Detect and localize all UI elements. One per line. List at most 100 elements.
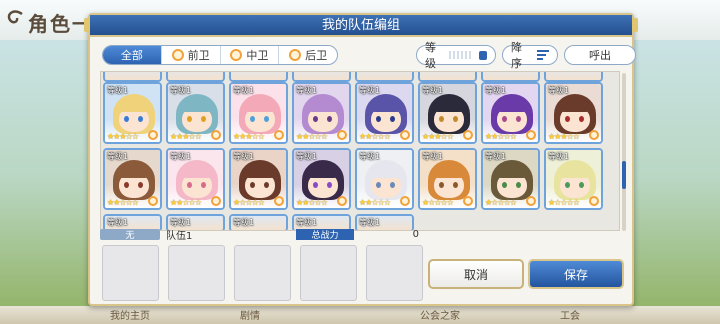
- call-out-button[interactable]: 呼出: [564, 45, 636, 65]
- character-card[interactable]: 等级1 ★☆☆☆☆: [481, 148, 540, 210]
- character-card[interactable]: [292, 72, 351, 82]
- character-card[interactable]: [103, 72, 162, 82]
- team-slot-3[interactable]: [234, 245, 291, 301]
- character-card[interactable]: 等级1 ★☆☆☆☆: [418, 148, 477, 210]
- position-role-icon: [526, 196, 536, 206]
- team-slot-5[interactable]: [366, 245, 423, 301]
- footer-item-story[interactable]: 剧情: [240, 307, 260, 322]
- character-eye: [187, 116, 192, 122]
- star-rating-icon: ★★★☆☆: [170, 132, 202, 141]
- team-slot-2[interactable]: [168, 245, 225, 301]
- character-bangs: [180, 102, 214, 112]
- midguard-icon: [230, 49, 243, 61]
- character-card[interactable]: [418, 72, 477, 82]
- character-card[interactable]: [355, 72, 414, 82]
- character-portrait: [357, 72, 412, 80]
- character-card[interactable]: 等级1 ★☆☆☆☆: [544, 148, 603, 210]
- card-level-label: 等级1: [422, 86, 444, 95]
- character-eye: [138, 116, 143, 122]
- level-sort-label: 等级: [425, 41, 436, 70]
- character-card[interactable]: 等级1 ★★☆☆☆: [292, 82, 351, 144]
- card-level-label: 等级1: [170, 152, 192, 161]
- sort-lines-icon: [537, 50, 549, 60]
- character-bangs: [495, 168, 529, 178]
- tab-rearguard[interactable]: 后卫: [279, 46, 337, 64]
- character-eye: [390, 116, 395, 122]
- character-eye: [201, 116, 206, 122]
- character-eye: [579, 182, 584, 188]
- character-card[interactable]: [481, 72, 540, 82]
- character-eye: [264, 182, 269, 188]
- back-curl-icon[interactable]: [4, 8, 26, 30]
- character-card[interactable]: 等级1 ★★☆☆☆: [166, 148, 225, 210]
- character-eye: [453, 116, 458, 122]
- character-bangs: [369, 168, 403, 178]
- card-level-label: 等级1: [296, 218, 318, 227]
- character-card[interactable]: [166, 72, 225, 82]
- star-rating-icon: ★★★☆☆: [422, 132, 454, 141]
- character-eye: [390, 182, 395, 188]
- character-eye: [502, 116, 507, 122]
- level-dots-icon: [448, 51, 473, 59]
- card-level-label: 等级1: [359, 218, 381, 227]
- roster-scroll-thumb[interactable]: [622, 161, 626, 189]
- character-bangs: [432, 168, 466, 178]
- footer-item-home[interactable]: 我的主页: [110, 307, 150, 322]
- team-edit-dialog: 我的队伍编组 全部 前卫 中卫 后卫 等级 降序 呼出 等级1 等级1 等级1 …: [84, 13, 638, 306]
- character-eye: [124, 182, 129, 188]
- dialog-title: 我的队伍编组: [84, 15, 638, 37]
- position-role-icon: [400, 196, 410, 206]
- character-card[interactable]: [544, 72, 603, 82]
- card-level-label: 等级1: [548, 86, 570, 95]
- character-eye: [187, 182, 192, 188]
- card-level-label: 等级1: [107, 218, 129, 227]
- cancel-button[interactable]: 取消: [428, 259, 524, 289]
- position-role-icon: [211, 130, 221, 140]
- character-card[interactable]: [229, 72, 288, 82]
- character-portrait: [231, 72, 286, 80]
- footer-item-guild-house[interactable]: 公会之家: [420, 307, 460, 322]
- character-card[interactable]: 等级1 ★★☆☆☆: [103, 148, 162, 210]
- card-level-label: 等级1: [359, 86, 381, 95]
- save-button[interactable]: 保存: [528, 259, 624, 289]
- team-slot-4[interactable]: [300, 245, 357, 301]
- sort-order-button[interactable]: 降序: [502, 41, 558, 70]
- star-rating-icon: ★☆☆☆☆: [422, 198, 454, 207]
- character-bangs: [432, 102, 466, 112]
- star-rating-icon: ★★☆☆☆: [485, 132, 517, 141]
- team-slot-1[interactable]: [102, 245, 159, 301]
- card-level-label: 等级1: [233, 86, 255, 95]
- character-card[interactable]: 等级1 ★★☆☆☆: [481, 82, 540, 144]
- character-eye: [138, 182, 143, 188]
- character-card[interactable]: 等级1 ★★☆☆☆: [355, 148, 414, 210]
- call-out-label: 呼出: [589, 49, 611, 62]
- character-portrait: [420, 72, 475, 80]
- character-portrait: [483, 72, 538, 80]
- character-card[interactable]: 等级1 ★☆☆☆☆: [229, 148, 288, 210]
- team-name[interactable]: 队伍1: [166, 227, 296, 242]
- star-rating-icon: ★☆☆☆☆: [485, 198, 517, 207]
- position-role-icon: [337, 196, 347, 206]
- character-portrait: [546, 72, 601, 80]
- tab-vanguard[interactable]: 前卫: [162, 46, 221, 64]
- card-level-label: 等级1: [485, 86, 507, 95]
- character-card[interactable]: 等级1 ★★★☆☆: [544, 82, 603, 144]
- character-card[interactable]: 等级1 ★★☆☆☆: [292, 148, 351, 210]
- tab-rearguard-label: 后卫: [305, 49, 328, 62]
- roster-scrollbar[interactable]: [622, 73, 626, 231]
- star-rating-icon: ★★★☆☆: [548, 132, 580, 141]
- character-card[interactable]: 等级1 ★★☆☆☆: [355, 82, 414, 144]
- card-level-label: 等级1: [107, 152, 129, 161]
- star-rating-icon: ★★★☆☆: [107, 132, 139, 141]
- character-eye: [264, 116, 269, 122]
- character-card[interactable]: 等级1 ★★★☆☆: [229, 82, 288, 144]
- team-number-badge: 无: [100, 229, 160, 241]
- character-card[interactable]: 等级1 ★★★☆☆: [103, 82, 162, 144]
- character-card[interactable]: 等级1 ★★★☆☆: [166, 82, 225, 144]
- sort-by-level-button[interactable]: 等级: [416, 41, 496, 70]
- footer-item-guild[interactable]: 工会: [560, 307, 580, 322]
- tab-midguard[interactable]: 中卫: [221, 46, 280, 64]
- tab-all[interactable]: 全部: [103, 46, 162, 64]
- character-card[interactable]: 等级1 ★★★☆☆: [418, 82, 477, 144]
- character-eye: [565, 182, 570, 188]
